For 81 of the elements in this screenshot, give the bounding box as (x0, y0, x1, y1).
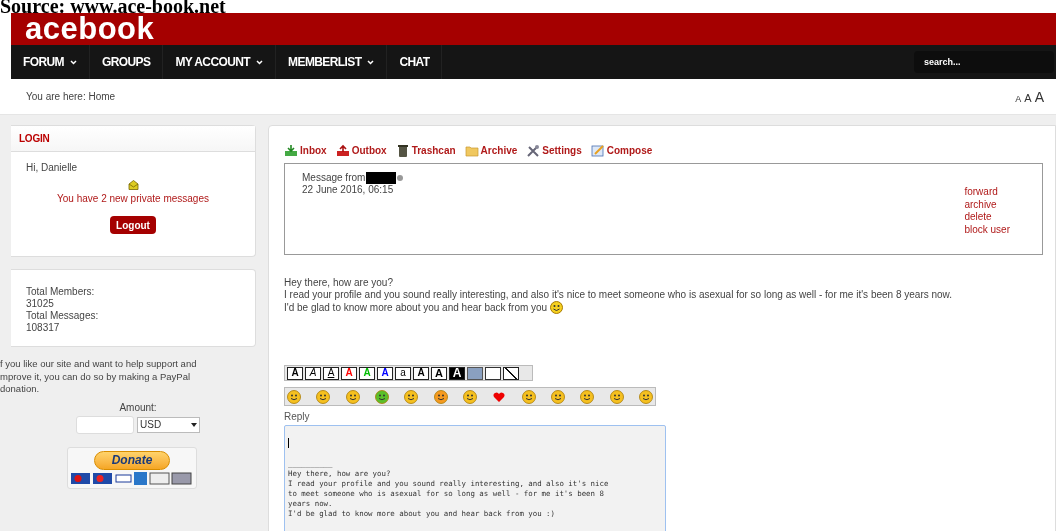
tray-icon (284, 143, 298, 157)
trash-can-icon (395, 143, 410, 157)
mail-tab-link[interactable]: Settings (526, 142, 582, 158)
smiley-icon[interactable] (521, 389, 536, 404)
mail-tab-link[interactable]: Compose (590, 142, 653, 158)
format-button[interactable]: A (287, 366, 303, 380)
site-logo[interactable]: acebook (25, 13, 155, 45)
donate-button[interactable]: Donate (94, 450, 170, 470)
message-action-link[interactable]: forward (964, 186, 1010, 199)
new-messages-link[interactable]: You have 2 new private messages (11, 191, 255, 206)
nav-item[interactable]: CHAT (387, 45, 443, 79)
message-date: 22 June 2016, 06:15 (302, 184, 395, 196)
stat-label: Total Messages: (26, 310, 100, 322)
message-text: I'd be glad to know more about you and hear back from you (284, 302, 548, 314)
redaction-bar (366, 172, 397, 184)
smiley-icon[interactable] (375, 389, 389, 404)
envelope-icon (127, 180, 139, 190)
breadcrumb: You are here: Home (26, 90, 116, 104)
stat-value: 108317 (26, 322, 61, 334)
sender-label: Message from (302, 172, 366, 184)
message-action-link[interactable]: archive (964, 198, 1010, 211)
stat-value: 31025 (26, 298, 55, 310)
currency-select[interactable]: USD (137, 416, 200, 433)
insert-link-button[interactable] (485, 366, 501, 380)
mail-tab-link[interactable]: Archive (464, 142, 518, 158)
search-field[interactable]: search... (914, 51, 1054, 73)
format-button[interactable]: A (377, 366, 393, 380)
reply-textarea[interactable] (284, 425, 666, 531)
text-cursor (288, 438, 289, 448)
font-size-button[interactable]: A (1015, 94, 1022, 104)
payment-cards-icon (71, 471, 193, 485)
offline-dot-icon (397, 175, 404, 181)
donation-text: f you like our site and want to help support and (0, 358, 197, 371)
nav-item[interactable]: GROUPS (90, 45, 164, 79)
smiley-icon[interactable] (609, 389, 624, 404)
smiley-icon[interactable] (316, 389, 331, 404)
message-action-link[interactable]: block user (964, 223, 1010, 236)
font-size-button[interactable]: A (1024, 92, 1032, 104)
amount-label: Amount: (118, 400, 158, 415)
message-action-link[interactable]: delete (964, 211, 1010, 224)
font-size-button[interactable]: A (1034, 89, 1044, 104)
format-button[interactable]: a (395, 366, 411, 380)
mail-tab-link[interactable]: Inbox (284, 142, 327, 158)
nav-item[interactable]: FORUM (11, 45, 90, 79)
smiley-icon[interactable] (638, 389, 653, 404)
folder-icon (464, 143, 479, 157)
amount-field[interactable] (76, 415, 134, 434)
format-button[interactable]: A (431, 366, 447, 380)
smiley-icon[interactable] (462, 389, 477, 404)
smiley-icon[interactable] (550, 389, 565, 404)
donation-text: donation. (0, 383, 40, 396)
format-button[interactable]: A (341, 366, 357, 380)
smiley-icon[interactable] (287, 389, 301, 404)
smiley-icon[interactable] (433, 389, 448, 404)
notepad-pencil-icon (590, 143, 605, 157)
format-button[interactable]: A (305, 366, 321, 380)
message-text: I read your profile and you sound really interesting, and also it's nice to meet someone who is asexual for so long as well - for me it's been 8 years now. (284, 289, 954, 301)
heart-icon[interactable] (492, 389, 507, 404)
donation-text: mprove it, you can do so by making a PayPal (0, 370, 191, 383)
nav-item[interactable]: MY ACCOUNT (163, 45, 277, 79)
dropdown-arrow-icon (191, 422, 197, 427)
nav-item[interactable]: MEMBERLIST (276, 45, 388, 79)
reply-label: Reply (284, 410, 311, 424)
greeting: Hi, Danielle (25, 161, 79, 175)
format-button[interactable]: A (413, 366, 429, 380)
mail-tab-link[interactable]: Trashcan (395, 142, 456, 158)
smiley-icon[interactable] (345, 389, 360, 404)
smiley-icon (550, 301, 564, 314)
format-button[interactable]: A (323, 366, 339, 380)
tools-icon (526, 143, 541, 157)
format-button[interactable]: A (449, 366, 465, 380)
smiley-icon[interactable] (404, 389, 419, 404)
stat-label: Total Members: (26, 286, 96, 298)
logout-button[interactable]: Logout (110, 216, 156, 234)
smiley-icon[interactable] (580, 389, 595, 404)
tray-icon (335, 143, 350, 157)
panel-title: LOGIN (11, 126, 255, 152)
insert-image-button[interactable] (467, 366, 483, 380)
strike-button[interactable] (503, 366, 519, 380)
mail-tab-link[interactable]: Outbox (335, 142, 387, 158)
message-text: Hey there, how are you? (284, 277, 394, 289)
